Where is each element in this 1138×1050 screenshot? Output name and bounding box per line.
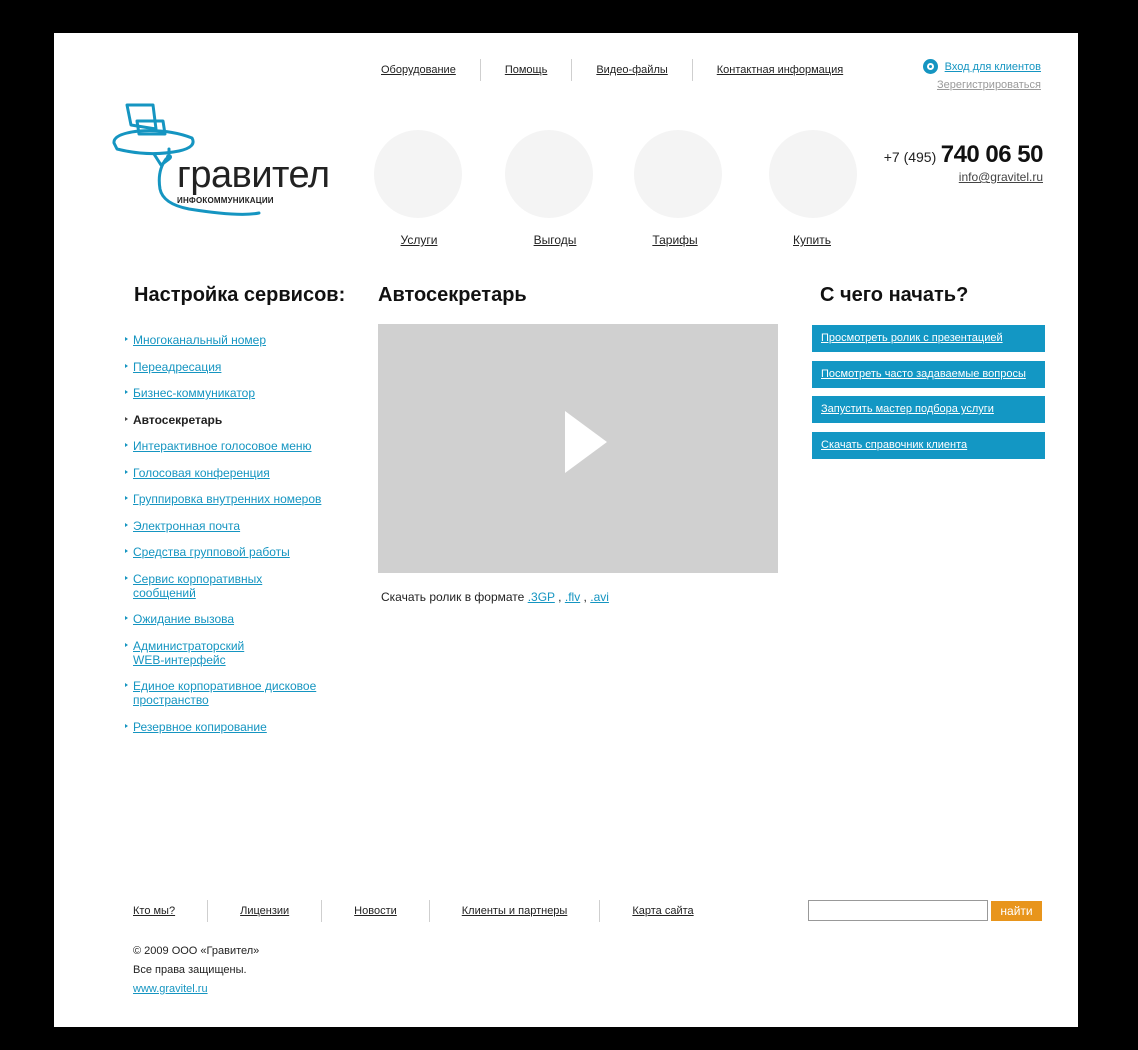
menu-item[interactable]: Голосовая конференция [125,466,345,480]
menu-item-label[interactable]: Голосовая конференция [133,466,270,480]
footer-link-licenses[interactable]: Лицензии [208,900,321,922]
separator: , [558,590,562,604]
promo-link-tariffs[interactable]: Тарифы [625,233,725,247]
menu-item[interactable]: Многоканальный номер [125,333,345,347]
menu-item-label[interactable]: Администраторский WEB-интерфейс [133,639,244,667]
bullet-arrow-icon [125,443,128,447]
bullet-arrow-icon [125,496,128,500]
search-input[interactable] [808,900,988,921]
client-login-link[interactable]: Вход для клиентов [945,61,1041,73]
top-nav: Оборудование Помощь Видео-файлы Контактн… [369,59,867,81]
menu-item[interactable]: Электронная почта [125,519,345,533]
promo-link-services[interactable]: Услуги [369,233,469,247]
nav-link-videos[interactable]: Видео-файлы [572,59,691,81]
site-link[interactable]: www.gravitel.ru [133,980,259,999]
bullet-arrow-icon [125,575,128,580]
bullet-arrow-icon [125,416,128,421]
bullet-arrow-icon [125,522,128,527]
page: Оборудование Помощь Видео-файлы Контактн… [54,33,1078,1027]
menu-item-label[interactable]: Интерактивное голосовое меню [133,439,312,453]
faq-button[interactable]: Посмотреть часто задаваемые вопросы [812,361,1045,388]
promo-circle-services[interactable] [374,130,462,218]
menu-item-label[interactable]: Сервис корпоративных сообщений [133,572,262,600]
menu-item[interactable]: Ожидание вызова [125,612,345,626]
separator: , [583,590,587,604]
bullet-arrow-icon [125,549,128,553]
download-3gp-link[interactable]: .3GP [528,590,555,604]
services-menu: Многоканальный номер Переадресация Бизне… [125,333,345,746]
logo-tagline: ИНФОКОММУНИКАЦИИ [177,196,274,205]
page-title: Автосекретарь [378,284,527,306]
menu-item-label[interactable]: Электронная почта [133,519,240,533]
footer-nav: Кто мы? Лицензии Новости Клиенты и партн… [133,900,726,922]
logo[interactable]: гравител ИНФОКОММУНИКАЦИИ [109,101,339,231]
rights-line: Все права защищены. [133,964,247,976]
watch-presentation-button[interactable]: Просмотреть ролик с презентацией [812,325,1045,352]
download-flv-link[interactable]: .flv [565,590,580,604]
footer-link-news[interactable]: Новости [322,900,429,922]
footer-link-clients[interactable]: Клиенты и партнеры [430,900,600,922]
login-block: Вход для клиентов Зерегистрироваться [922,59,1041,91]
menu-item[interactable]: Группировка внутренних номеров [125,492,345,506]
menu-item-active: Автосекретарь [125,413,345,427]
logo-name: гравител [177,154,330,196]
promo-circle-tariffs[interactable] [634,130,722,218]
email-link[interactable]: info@gravitel.ru [884,170,1043,184]
menu-item-label[interactable]: Единое корпоративное дисковое пространст… [133,679,316,707]
footer-link-about[interactable]: Кто мы? [133,900,207,922]
services-heading: Настройка сервисов: [134,284,346,306]
menu-item-label[interactable]: Многоканальный номер [133,333,266,347]
menu-item-label: Автосекретарь [133,412,223,427]
menu-item-label[interactable]: Группировка внутренних номеров [133,492,321,506]
menu-item[interactable]: Сервис корпоративных сообщений [125,572,273,600]
phone-number: 740 06 50 [940,141,1044,168]
menu-item[interactable]: Единое корпоративное дисковое пространст… [125,679,328,707]
bullet-arrow-icon [125,642,128,647]
promo-link-buy[interactable]: Купить [762,233,862,247]
bullet-arrow-icon [125,683,128,687]
bullet-arrow-icon [125,337,128,341]
nav-link-equipment[interactable]: Оборудование [369,59,480,81]
menu-item-label[interactable]: Резервное копирование [133,720,267,734]
menu-item-label[interactable]: Бизнес-коммуникатор [133,386,255,400]
footer-link-sitemap[interactable]: Карта сайта [600,900,725,922]
copyright-line: © 2009 ООО «Гравител» [133,945,260,957]
promo-circle-buy[interactable] [769,130,857,218]
bullet-arrow-icon [125,616,128,620]
menu-item[interactable]: Администраторский WEB-интерфейс [125,639,258,667]
download-line: Скачать ролик в формате .3GP , .flv , .a… [381,590,609,604]
download-handbook-button[interactable]: Скачать справочник клиента [812,432,1045,459]
register-link[interactable]: Зерегистрироваться [923,79,1041,91]
menu-item-label[interactable]: Ожидание вызова [133,612,234,626]
get-started-heading: С чего начать? [820,284,969,306]
menu-item-label[interactable]: Средства групповой работы [133,545,290,559]
copyright: © 2009 ООО «Гравител» Все права защищены… [133,942,259,999]
download-label: Скачать ролик в формате [381,590,525,604]
bullet-arrow-icon [125,390,128,394]
menu-item[interactable]: Переадресация [125,360,345,374]
service-wizard-button[interactable]: Запустить мастер подбора услуги [812,396,1045,423]
bullet-arrow-icon [125,723,128,728]
menu-item[interactable]: Бизнес-коммуникатор [125,386,345,400]
menu-item[interactable]: Резервное копирование [125,720,345,734]
promo-circle-benefits[interactable] [505,130,593,218]
bullet-arrow-icon [125,469,128,474]
nav-link-contacts[interactable]: Контактная информация [693,59,867,81]
menu-item-label[interactable]: Переадресация [133,360,221,374]
nav-link-help[interactable]: Помощь [481,59,572,81]
contact-block: +7 (495) 740 06 50 info@gravitel.ru [883,141,1044,184]
play-icon[interactable] [565,411,607,473]
menu-item[interactable]: Интерактивное голосовое меню [125,439,345,453]
video-player[interactable] [378,324,778,573]
phone-prefix: +7 (495) [883,149,937,165]
download-avi-link[interactable]: .avi [590,590,609,604]
bullet-arrow-icon [125,363,128,368]
menu-item[interactable]: Средства групповой работы [125,545,345,559]
client-login-icon [922,59,938,74]
search-button[interactable]: найти [991,901,1042,921]
promo-link-benefits[interactable]: Выгоды [505,233,605,247]
